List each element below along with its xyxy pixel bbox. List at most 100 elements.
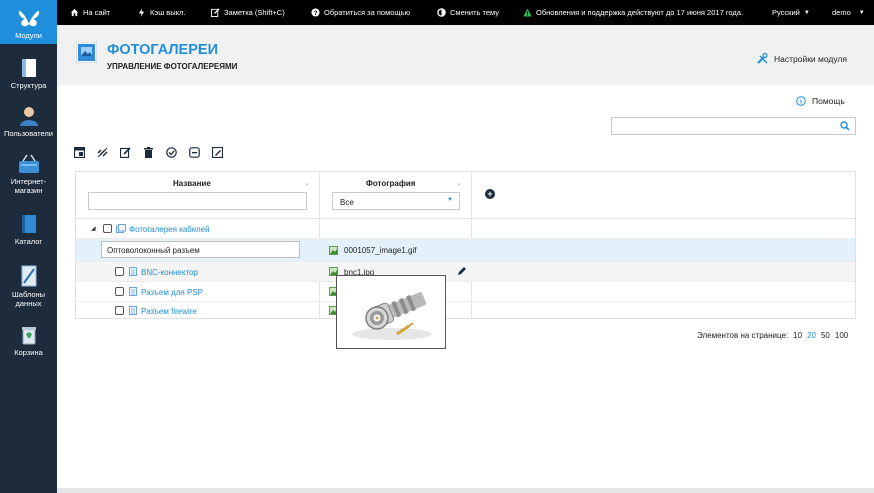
column-header-photo[interactable]: Фотография <box>366 179 415 188</box>
sidebar: Модули Структура Пользователи Интернет- … <box>0 0 57 493</box>
table-row[interactable]: BNC-коннектор bnc1.jpg <box>76 262 855 282</box>
sidebar-item-label: Интернет- <box>10 177 47 186</box>
change-theme-button[interactable]: Сменить тему <box>437 0 499 25</box>
module-settings-link[interactable]: Настройки модуля <box>757 53 847 64</box>
sort-icon[interactable]: ⌄ <box>456 179 462 187</box>
warning-icon <box>523 8 532 17</box>
help-label: Помощь <box>812 96 845 106</box>
page-icon <box>129 287 137 296</box>
pencil-icon[interactable] <box>457 266 467 276</box>
chevron-down-icon: ▼ <box>803 9 810 16</box>
name-edit-input[interactable]: Оптоволоконный разъем <box>101 241 300 258</box>
lightning-icon <box>138 8 145 17</box>
search-input[interactable] <box>612 118 832 134</box>
sidebar-item-modules[interactable]: Модули <box>0 0 57 44</box>
top-bar: На сайт Кэш выкл. Заметка (Shift+C) ? Об… <box>57 0 874 25</box>
updates-notice[interactable]: Обновления и поддержка действуют до 17 и… <box>523 0 743 25</box>
column-header-name[interactable]: Название <box>173 179 211 188</box>
row-checkbox[interactable] <box>103 224 112 233</box>
edit-icon[interactable] <box>120 147 131 158</box>
chevron-down-icon: ▼ <box>858 9 865 16</box>
sidebar-item-label: Корзина <box>14 348 43 357</box>
photo-filename[interactable]: 0001057_image1.gif <box>344 246 417 255</box>
sidebar-item-structure[interactable]: Структура <box>0 58 57 90</box>
add-gallery-icon[interactable] <box>74 147 85 158</box>
page-icon <box>129 267 137 276</box>
row-checkbox[interactable] <box>115 306 124 315</box>
add-column-button[interactable]: + <box>485 189 495 199</box>
page-link[interactable]: Разъем для PSP <box>141 288 203 297</box>
chevron-down-icon: ▼ <box>447 197 453 203</box>
sidebar-item-catalog[interactable]: Каталог <box>0 214 57 246</box>
butterfly-icon <box>18 10 39 27</box>
photo-filter-select[interactable]: Все ▼ <box>332 192 460 210</box>
page-link[interactable]: BNC-коннектор <box>141 268 198 277</box>
collapse-triangle-icon[interactable]: ◢ <box>91 225 96 232</box>
sort-icon[interactable]: ⌄ <box>304 179 310 187</box>
user-dropdown[interactable]: demo ▼ <box>832 0 865 25</box>
page-subtitle: УПРАВЛЕНИЕ ФОТОГАЛЕРЕЯМИ <box>107 62 238 71</box>
toggle-activity-icon[interactable] <box>97 147 108 158</box>
galleries-table: Название ⌄ Фотография ⌄ Все ▼ + ◢ Фотога… <box>75 171 856 319</box>
page-header: ФОТОГАЛЕРЕИ УПРАВЛЕНИЕ ФОТОГАЛЕРЕЯМИ Нас… <box>57 25 874 85</box>
cache-label: Кэш выкл. <box>150 8 186 17</box>
sidebar-item-shop[interactable]: Интернет- магазин <box>0 154 57 195</box>
search-box <box>611 117 856 135</box>
image-file-icon <box>329 246 338 255</box>
sidebar-item-users[interactable]: Пользователи <box>0 106 57 138</box>
table-row[interactable]: Разъем firewire <box>76 301 855 321</box>
gallery-folder-icon <box>116 224 126 233</box>
users-icon <box>19 107 38 126</box>
help-request-button[interactable]: ? Обратиться за помощью <box>311 0 410 25</box>
edit-page-icon[interactable] <box>212 147 223 158</box>
catalog-book-icon <box>21 215 36 233</box>
shop-basket-icon <box>18 154 39 173</box>
page-size-label: Элементов на странице: <box>697 331 789 340</box>
page-size-option-100[interactable]: 100 <box>835 331 848 340</box>
gallery-link[interactable]: Фотогалерея кабелей <box>129 225 210 234</box>
sidebar-item-label: Структура <box>10 81 47 90</box>
sidebar-item-label-2: магазин <box>14 186 43 195</box>
data-templates-icon <box>21 265 36 287</box>
go-to-site-link[interactable]: На сайт <box>70 0 110 25</box>
help-link[interactable]: Помощь <box>796 96 845 106</box>
language-dropdown[interactable]: Русский ▼ <box>772 0 810 25</box>
check-circle-icon[interactable] <box>166 147 177 158</box>
page-icon <box>129 306 137 315</box>
sidebar-item-data-templates[interactable]: Шаблоны данных <box>0 265 57 308</box>
delete-icon[interactable] <box>143 147 154 158</box>
info-icon <box>796 96 806 106</box>
page-link[interactable]: Разъем firewire <box>141 307 197 316</box>
photo-filter-value: Все <box>340 198 354 207</box>
home-icon <box>70 8 79 17</box>
go-to-site-label: На сайт <box>83 8 111 17</box>
sidebar-item-label: Модули <box>15 31 42 40</box>
updates-label: Обновления и поддержка действуют до 17 и… <box>536 8 744 17</box>
table-row[interactable]: ◢ Фотогалерея кабелей <box>76 219 855 239</box>
module-settings-label: Настройки модуля <box>773 53 847 64</box>
change-theme-label: Сменить тему <box>450 8 500 17</box>
minus-square-icon[interactable] <box>189 147 200 158</box>
page-size-option-50[interactable]: 50 <box>821 331 830 340</box>
sidebar-item-label: Каталог <box>14 237 43 246</box>
page-size-option-10[interactable]: 10 <box>793 331 802 340</box>
row-checkbox[interactable] <box>115 267 124 276</box>
recycle-bin-icon <box>21 327 36 345</box>
user-label: demo <box>832 8 851 17</box>
name-filter-input[interactable] <box>88 192 307 210</box>
table-row[interactable]: Разъем для PSP <box>76 282 855 302</box>
note-button[interactable]: Заметка (Shift+C) <box>211 0 285 25</box>
pagination: Элементов на странице: 10 20 50 100 <box>697 331 848 340</box>
svg-text:?: ? <box>314 10 318 17</box>
photo-gallery-icon <box>76 42 97 63</box>
image-preview-popup <box>336 275 446 349</box>
table-row-selected[interactable]: Оптоволоконный разъем 0001057_image1.gif <box>76 239 855 262</box>
cache-toggle[interactable]: Кэш выкл. <box>137 0 186 25</box>
row-checkbox[interactable] <box>115 287 124 296</box>
search-icon[interactable] <box>840 121 850 131</box>
help-request-label: Обратиться за помощью <box>324 8 411 17</box>
page-title: ФОТОГАЛЕРЕИ <box>107 42 218 58</box>
language-label: Русский <box>772 8 800 17</box>
sidebar-item-trash[interactable]: Корзина <box>0 325 57 357</box>
page-size-option-20[interactable]: 20 <box>807 331 816 340</box>
